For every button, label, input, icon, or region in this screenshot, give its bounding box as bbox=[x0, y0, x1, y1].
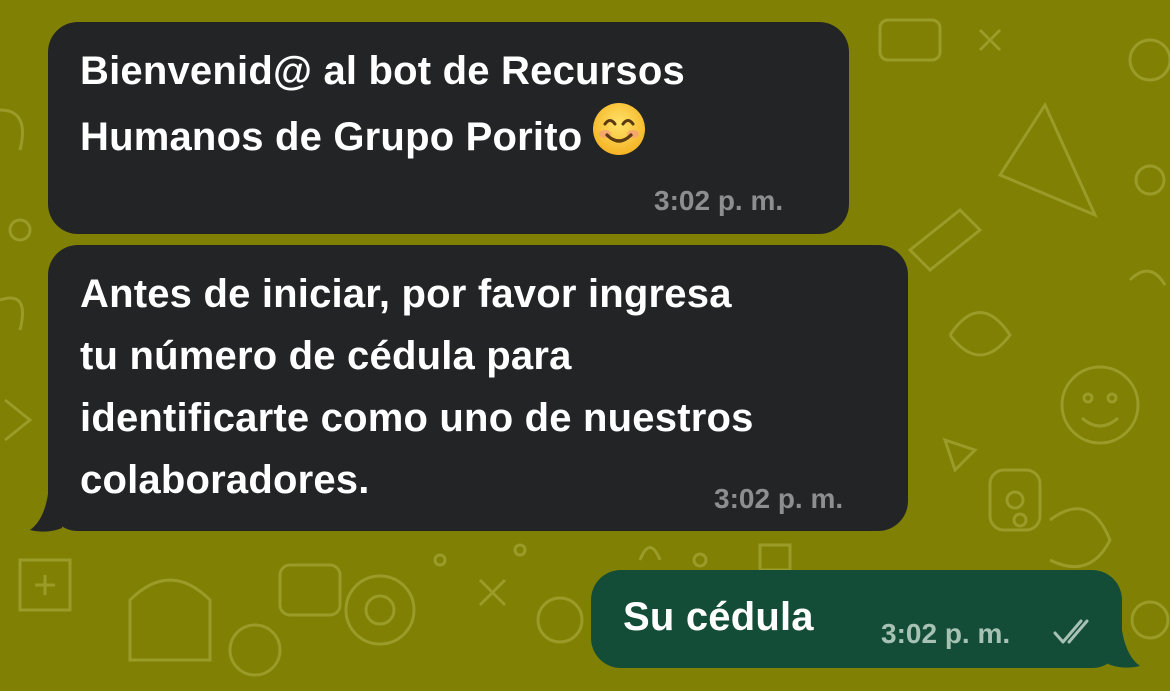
incoming-message-bubble[interactable]: Antes de iniciar, por favor ingresa tu n… bbox=[48, 245, 908, 531]
message-text-line: Bienvenid@ al bot de Recursos bbox=[80, 49, 685, 93]
message-timestamp: 3:02 p. m. bbox=[714, 483, 844, 514]
message-text-segment: Humanos de Grupo Porito bbox=[80, 115, 583, 159]
message-text-line: identificarte como uno de nuestros bbox=[80, 396, 754, 440]
chat-screen: { "colors": { "wallpaper": "#7f8004", "i… bbox=[0, 0, 1170, 691]
message-timestamp: 3:02 p. m. bbox=[881, 618, 1011, 649]
message-text-line: tu número de cédula para bbox=[80, 334, 572, 378]
double-check-icon bbox=[1053, 619, 1089, 644]
message-text-line: Su cédula bbox=[623, 595, 814, 639]
outgoing-bubble-tail bbox=[1108, 630, 1140, 668]
message-text-line: Antes de iniciar, por favor ingresa bbox=[80, 272, 732, 316]
incoming-message-bubble[interactable]: Bienvenid@ al bot de Recursos Humanos de… bbox=[48, 22, 849, 234]
message-text-line: colaboradores. bbox=[80, 458, 370, 502]
smiling-face-icon bbox=[592, 102, 646, 174]
message-text-line: Humanos de Grupo Porito bbox=[80, 102, 646, 174]
incoming-bubble-tail bbox=[30, 494, 62, 532]
outgoing-message-bubble[interactable]: Su cédula 3:02 p. m. bbox=[591, 570, 1122, 668]
message-timestamp: 3:02 p. m. bbox=[654, 185, 784, 216]
